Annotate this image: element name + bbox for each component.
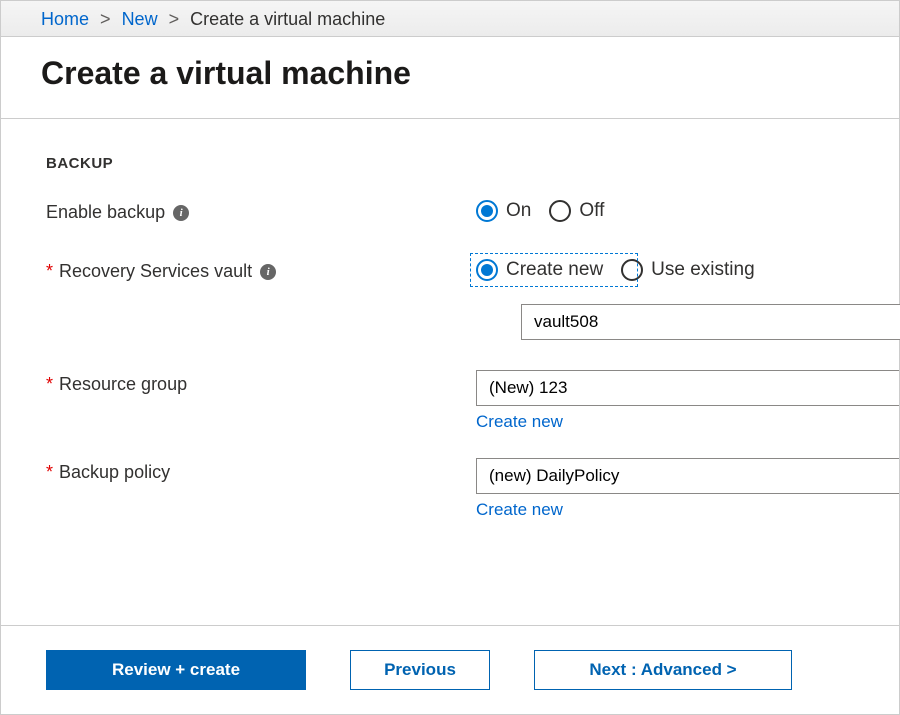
resource-group-input[interactable] [476, 370, 899, 406]
footer-bar: Review + create Previous Next : Advanced… [1, 625, 899, 714]
next-advanced-button[interactable]: Next : Advanced > [534, 650, 792, 690]
radio-label: Create new [506, 259, 603, 281]
info-icon[interactable]: i [173, 205, 189, 221]
breadcrumb: Home > New > Create a virtual machine [41, 9, 881, 30]
breadcrumb-home[interactable]: Home [41, 9, 89, 29]
radio-label: On [506, 200, 531, 222]
radio-label: Use existing [651, 259, 755, 281]
label-resource-group: Resource group [59, 374, 187, 395]
radio-vault-create-new[interactable]: Create new [476, 259, 603, 281]
required-asterisk: * [46, 462, 53, 483]
breadcrumb-new[interactable]: New [122, 9, 158, 29]
required-asterisk: * [46, 261, 53, 282]
radio-label: Off [579, 200, 604, 222]
label-enable-backup: Enable backup [46, 202, 165, 223]
create-new-backup-policy-link[interactable]: Create new [476, 500, 563, 520]
section-heading-backup: BACKUP [46, 155, 899, 172]
breadcrumb-current: Create a virtual machine [190, 9, 385, 29]
previous-button[interactable]: Previous [350, 650, 490, 690]
radio-enable-backup-off[interactable]: Off [549, 200, 604, 222]
info-icon[interactable]: i [260, 264, 276, 280]
label-backup-policy: Backup policy [59, 462, 170, 483]
radio-vault-use-existing[interactable]: Use existing [621, 259, 755, 281]
page-title: Create a virtual machine [41, 55, 859, 92]
chevron-right-icon: > [100, 9, 111, 29]
review-create-button[interactable]: Review + create [46, 650, 306, 690]
backup-policy-input[interactable] [476, 458, 899, 494]
required-asterisk: * [46, 374, 53, 395]
chevron-right-icon: > [169, 9, 180, 29]
vault-name-input[interactable] [521, 304, 900, 340]
radio-enable-backup-on[interactable]: On [476, 200, 531, 222]
create-new-resource-group-link[interactable]: Create new [476, 412, 563, 432]
label-recovery-vault: Recovery Services vault [59, 261, 252, 282]
